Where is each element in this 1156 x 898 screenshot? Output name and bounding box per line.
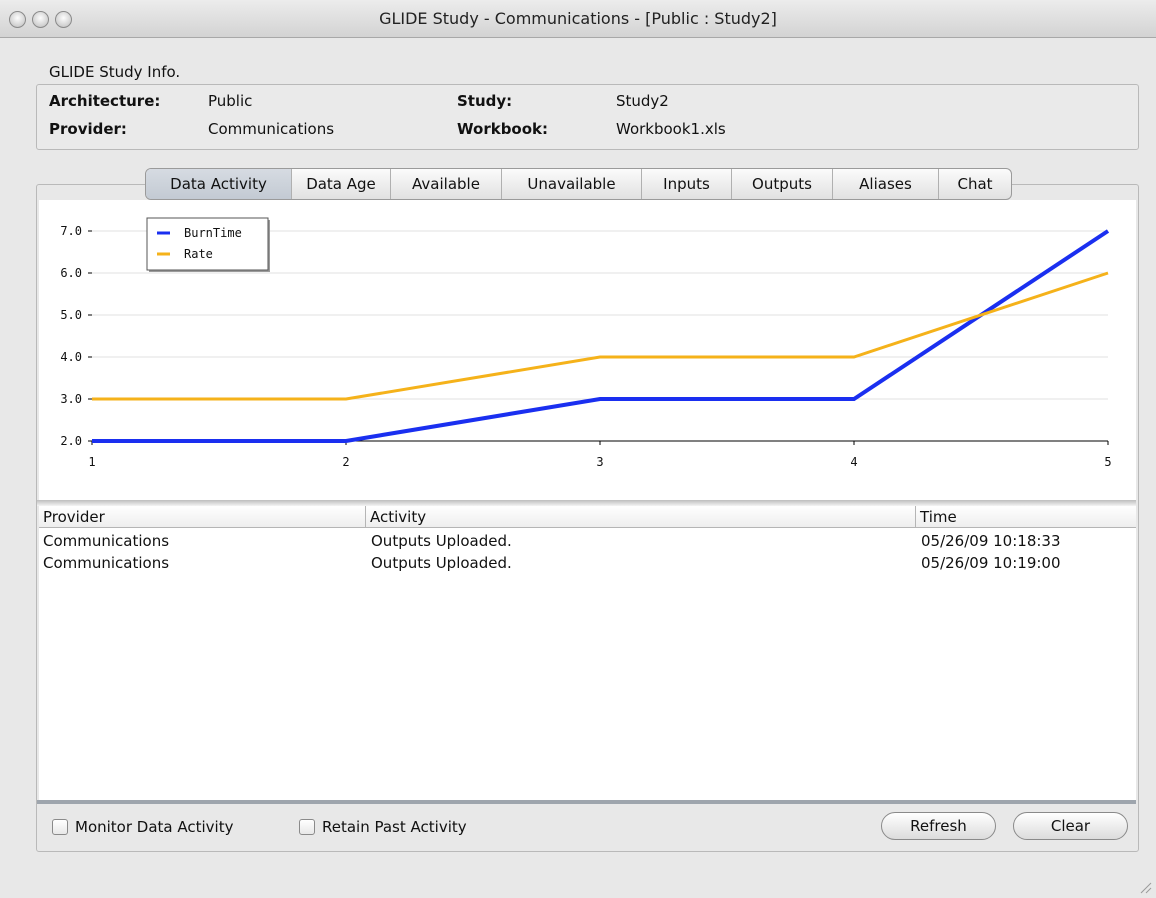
data-activity-chart: 2.0 3.0 4.0 5.0 6.0 7.0 1 2 3 4 5 BurnTime Rate [39,200,1136,500]
refresh-button[interactable]: Refresh [881,812,996,840]
workbook-value: Workbook1.xls [616,120,726,138]
tab-available[interactable]: Available [391,169,502,199]
legend-label: BurnTime [184,226,242,240]
cell-provider: Communications [43,532,170,550]
column-header-provider[interactable]: Provider [39,506,365,528]
y-tick-label: 7.0 [60,224,82,238]
x-tick-label: 2 [342,455,349,469]
tab-inputs[interactable]: Inputs [642,169,732,199]
cell-activity: Outputs Uploaded. [371,532,512,550]
cell-activity: Outputs Uploaded. [371,554,512,572]
tab-aliases[interactable]: Aliases [833,169,939,199]
workbook-key: Workbook: [457,120,549,138]
title-bar: GLIDE Study - Communications - [Public :… [0,0,1156,38]
x-tick-label: 3 [596,455,603,469]
y-tick-label: 3.0 [60,392,82,406]
activity-table: Provider Activity Time Communications Ou… [39,506,1136,800]
column-header-time[interactable]: Time [915,506,1136,528]
window-title: GLIDE Study - Communications - [Public :… [379,9,777,28]
study-info-box: Architecture: Public Provider: Communica… [36,84,1139,150]
y-tick-label: 6.0 [60,266,82,280]
table-row[interactable]: Communications Outputs Uploaded. 05/26/0… [39,552,1136,574]
resize-grip-icon[interactable] [1138,880,1152,894]
study-info-label: GLIDE Study Info. [49,63,181,81]
x-tick-label: 4 [850,455,857,469]
cell-time: 05/26/09 10:18:33 [921,532,1061,550]
y-tick-label: 4.0 [60,350,82,364]
monitor-data-activity-checkbox[interactable]: Monitor Data Activity [52,816,233,838]
y-tick-label: 5.0 [60,308,82,322]
study-key: Study: [457,92,513,110]
study-value: Study2 [616,92,669,110]
table-header: Provider Activity Time [39,506,1136,528]
tab-bar: Data Activity Data Age Available Unavail… [145,168,1012,200]
cell-provider: Communications [43,554,170,572]
monitor-checkbox-label: Monitor Data Activity [75,818,234,836]
provider-key: Provider: [49,120,127,138]
table-bottom-divider [37,800,1136,804]
tab-outputs[interactable]: Outputs [732,169,833,199]
tab-chat[interactable]: Chat [939,169,1011,199]
column-header-activity[interactable]: Activity [365,506,915,528]
architecture-key: Architecture: [49,92,161,110]
legend-label: Rate [184,247,213,261]
chart-svg: 2.0 3.0 4.0 5.0 6.0 7.0 1 2 3 4 5 BurnTime Rate [60,217,1112,469]
retain-past-activity-checkbox[interactable]: Retain Past Activity [299,816,467,838]
tab-unavailable[interactable]: Unavailable [502,169,642,199]
series-line-rate [92,271,1109,401]
table-row[interactable]: Communications Outputs Uploaded. 05/26/0… [39,530,1136,552]
provider-value: Communications [208,120,335,138]
x-tick-label: 5 [1104,455,1111,469]
retain-checkbox-label: Retain Past Activity [322,818,467,836]
app-window: GLIDE Study - Communications - [Public :… [0,0,1156,898]
monitor-checkbox-box[interactable] [52,819,68,835]
y-tick-label: 2.0 [60,434,82,448]
clear-button[interactable]: Clear [1013,812,1128,840]
architecture-value: Public [208,92,253,110]
tab-data-age[interactable]: Data Age [292,169,391,199]
x-tick-label: 1 [88,455,95,469]
tab-data-activity[interactable]: Data Activity [146,169,292,199]
retain-checkbox-box[interactable] [299,819,315,835]
cell-time: 05/26/09 10:19:00 [921,554,1061,572]
